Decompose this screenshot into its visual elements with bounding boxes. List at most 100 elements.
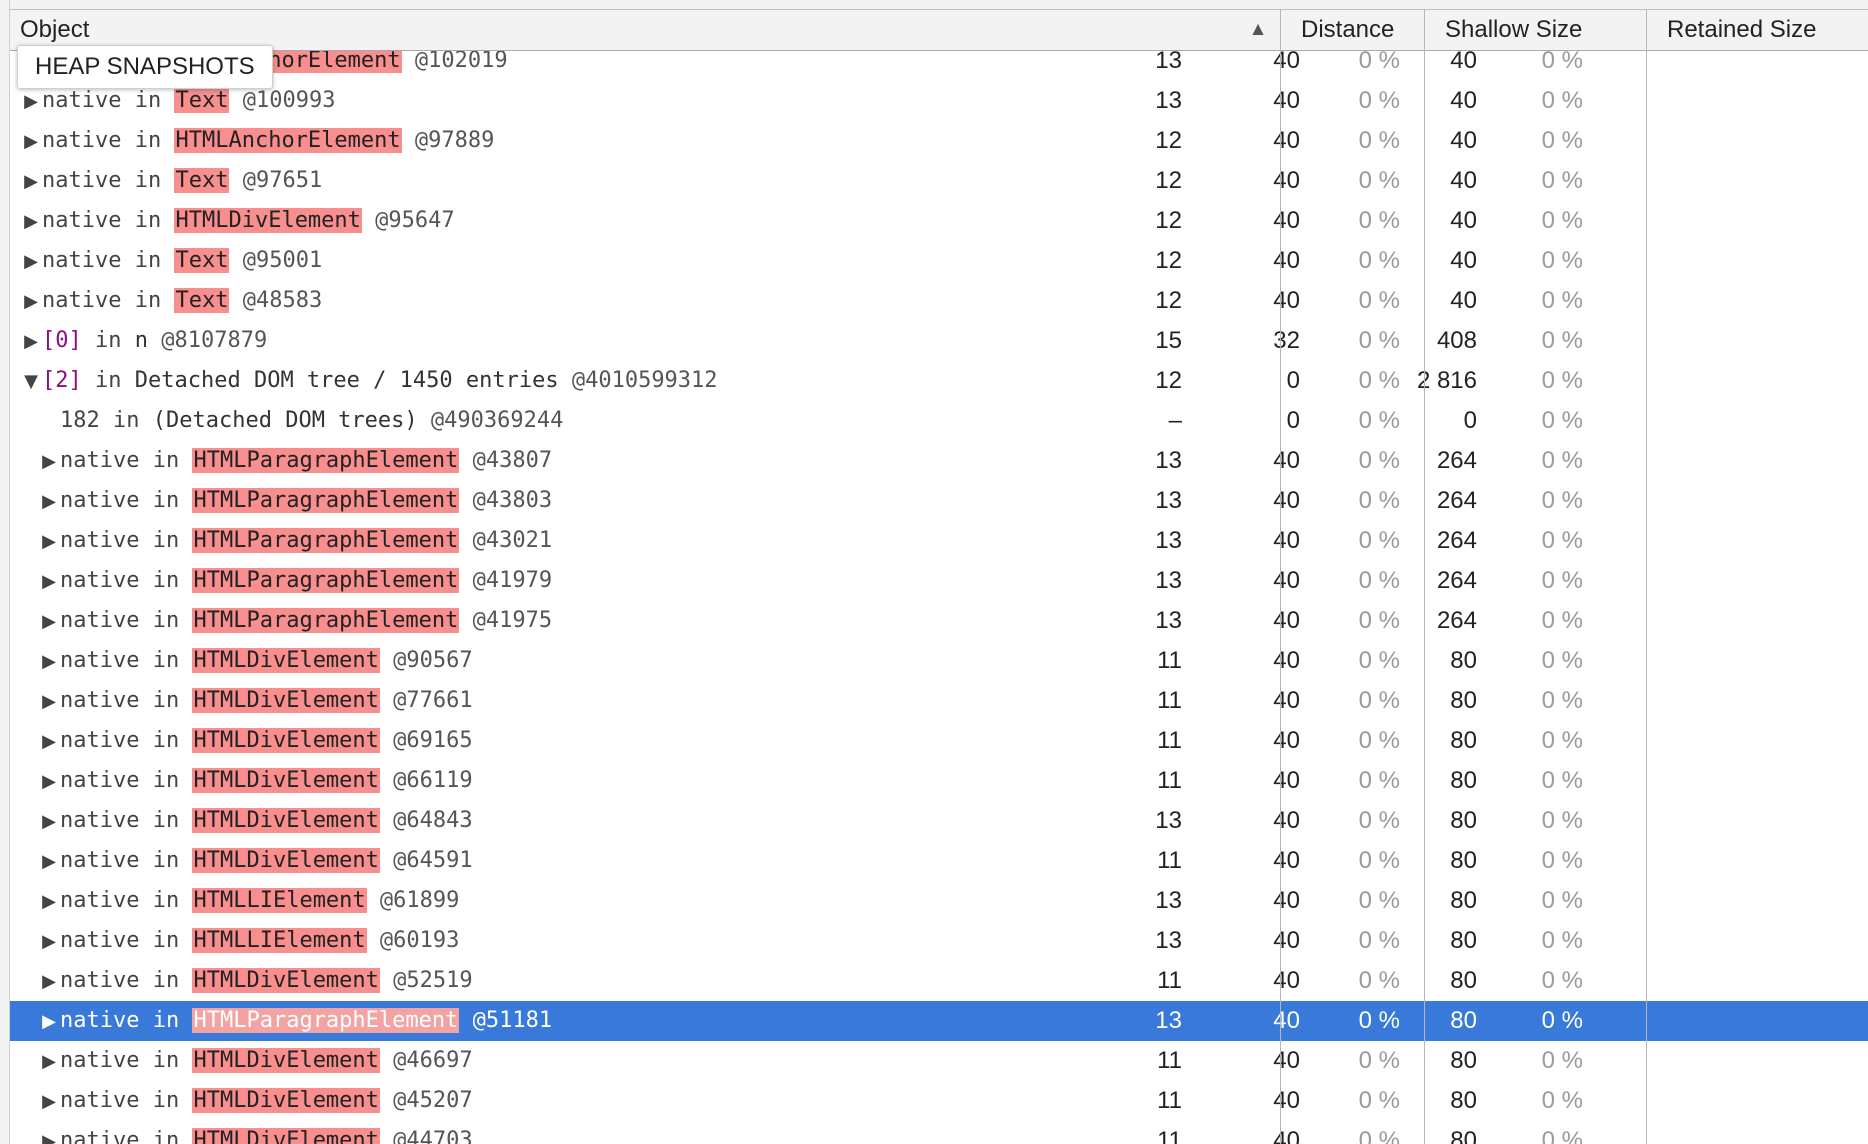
table-row[interactable]: ▶ native in HTMLDivElement @69165 11 40 0 % 8… — [10, 721, 1868, 761]
keyword-native: native — [60, 688, 140, 713]
expand-triangle-icon[interactable]: ▶ — [38, 682, 60, 722]
expand-triangle-icon[interactable]: ▶ — [20, 322, 42, 362]
node-id: @95001 — [242, 248, 323, 273]
expand-triangle-icon[interactable]: ▶ — [38, 602, 60, 642]
table-row[interactable]: ▶ native in Text @48583 12 40 0 % 40 0 % — [10, 281, 1868, 321]
shallow-size-cell: 40 — [1273, 207, 1300, 234]
expand-triangle-icon[interactable]: ▶ — [20, 162, 42, 202]
expand-triangle-icon[interactable]: ▶ — [20, 242, 42, 282]
table-row[interactable]: ▶ native in HTMLParagraphElement @43021 13… — [10, 521, 1868, 561]
table-row[interactable]: ▶ native in HTMLDivElement @90567 11 40 0 % 8… — [10, 641, 1868, 681]
retained-size-cell: 40 — [1450, 287, 1477, 314]
keyword-in: in — [134, 208, 162, 233]
node-id: @43021 — [472, 528, 553, 553]
keyword-in: in — [152, 1128, 180, 1144]
expand-triangle-icon[interactable]: ▶ — [38, 1042, 60, 1082]
collapse-triangle-icon[interactable]: ▼ — [20, 362, 42, 402]
retained-size-cell: 40 — [1450, 87, 1477, 114]
class-name-highlight: HTMLDivElement — [192, 648, 380, 673]
expand-triangle-icon[interactable]: ▶ — [20, 202, 42, 242]
expand-triangle-icon[interactable]: ▶ — [20, 282, 42, 322]
shallow-size-cell: 40 — [1273, 287, 1300, 314]
node-id: @8107879 — [161, 328, 268, 353]
table-row[interactable]: ▶ native in HTMLAnchorElement @97889 12 40 0… — [10, 121, 1868, 161]
table-row[interactable]: ▼ [2] in Detached DOM tree / 1450 entries… — [10, 361, 1868, 401]
table-row[interactable]: ▶ native in HTMLParagraphElement @41979 13… — [10, 561, 1868, 601]
column-divider-shallow[interactable] — [1424, 10, 1425, 1144]
expand-triangle-icon[interactable]: ▶ — [38, 1082, 60, 1122]
expand-triangle-icon[interactable]: ▶ — [38, 482, 60, 522]
retained-size-cell: 2 816 — [1416, 367, 1477, 394]
expand-triangle-icon[interactable]: ▶ — [38, 562, 60, 602]
table-row[interactable]: ▶ native in HTMLLIElement @60193 13 40 0 % 80… — [10, 921, 1868, 961]
table-row[interactable]: ▶ native in Text @100993 13 40 0 % 40 0 % — [10, 81, 1868, 121]
table-row[interactable]: ▶ native in HTMLDivElement @46697 11 40 0 % 8… — [10, 1041, 1868, 1081]
expand-triangle-icon[interactable]: ▶ — [38, 522, 60, 562]
keyword-in: in — [152, 728, 180, 753]
table-row[interactable]: ▶ native in HTMLParagraphElement @43803 13… — [10, 481, 1868, 521]
expand-triangle-icon[interactable]: ▶ — [38, 882, 60, 922]
column-header-retained-size[interactable]: Retained Size — [1657, 10, 1868, 51]
retained-size-cell: 264 — [1436, 487, 1477, 514]
retained-percent-cell: 0 % — [1541, 1127, 1583, 1144]
expand-triangle-icon[interactable]: ▶ — [38, 962, 60, 1002]
keyword-in: in — [152, 888, 180, 913]
retained-size-cell: 40 — [1450, 51, 1477, 74]
retained-percent-cell: 0 % — [1541, 407, 1583, 434]
table-row[interactable]: ▶ native in HTMLDivElement @64591 11 40 0 % 8… — [10, 841, 1868, 881]
retained-percent-cell: 0 % — [1541, 127, 1583, 154]
table-row[interactable]: ▶ native in HTMLParagraphElement @43807 13… — [10, 441, 1868, 481]
retained-percent-cell: 0 % — [1541, 807, 1583, 834]
shallow-size-cell: 40 — [1273, 767, 1300, 794]
table-row-selected[interactable]: ▶ native in HTMLParagraphElement @51181 13… — [10, 1001, 1868, 1041]
table-row[interactable]: ▶ native in HTMLDivElement @66119 11 40 0 % 8… — [10, 761, 1868, 801]
column-header-shallow-size[interactable]: Shallow Size — [1435, 10, 1656, 51]
expand-triangle-icon[interactable]: ▶ — [38, 642, 60, 682]
table-row[interactable]: ▶ native in HTMLParagraphElement @41975 13… — [10, 601, 1868, 641]
table-row[interactable]: ▶ native in HTMLDivElement @64843 13 40 0 % 8… — [10, 801, 1868, 841]
expand-triangle-icon[interactable]: ▶ — [38, 722, 60, 762]
class-name-highlight: HTMLAnchorElement — [174, 128, 402, 153]
expand-triangle-icon[interactable]: ▶ — [38, 442, 60, 482]
object-cell: ▶ native in HTMLAnchorElement @97889 — [20, 121, 494, 161]
table-row[interactable]: ▶ native in HTMLLIElement @61899 13 40 0 % 80… — [10, 881, 1868, 921]
retained-percent-cell: 0 % — [1541, 1007, 1583, 1034]
retained-percent-cell: 0 % — [1541, 1087, 1583, 1114]
column-header-distance[interactable]: Distance — [1291, 10, 1434, 51]
node-count: 182 — [60, 408, 100, 433]
retained-size-cell: 264 — [1436, 447, 1477, 474]
distance-cell: 13 — [1155, 887, 1182, 914]
keyword-native: native — [60, 648, 140, 673]
table-row[interactable]: ▶ native in HTMLDivElement @95647 12 40 0 % 4… — [10, 201, 1868, 241]
node-id: @41979 — [472, 568, 553, 593]
expand-triangle-icon[interactable]: ▶ — [38, 1122, 60, 1144]
expand-triangle-icon[interactable]: ▶ — [38, 762, 60, 802]
node-id: @48583 — [242, 288, 323, 313]
table-row[interactable]: ▶ [0] in n @8107879 15 32 0 % 408 0 % — [10, 321, 1868, 361]
table-row[interactable]: 182 in (Detached DOM trees) @490369244 – 0… — [10, 401, 1868, 441]
expand-triangle-icon[interactable]: ▶ — [20, 122, 42, 162]
table-row[interactable]: ▶ native in HTMLDivElement @77661 11 40 0 % 8… — [10, 681, 1868, 721]
table-row[interactable]: ▶native in HTMLAnchorElement @1020191340… — [10, 51, 1868, 81]
class-name-highlight: HTMLParagraphElement — [192, 1008, 460, 1033]
expand-triangle-icon[interactable]: ▶ — [38, 922, 60, 962]
expand-triangle-icon[interactable]: ▶ — [38, 842, 60, 882]
column-divider-distance[interactable] — [1280, 10, 1281, 1144]
node-id: @66119 — [393, 768, 473, 793]
expand-triangle-icon[interactable]: ▶ — [38, 1002, 60, 1042]
class-name-highlight: HTMLDivElement — [192, 768, 380, 793]
table-row[interactable]: ▶ native in Text @97651 12 40 0 % 40 0 % — [10, 161, 1868, 201]
table-row[interactable]: ▶ native in Text @95001 12 40 0 % 40 0 % — [10, 241, 1868, 281]
table-row[interactable]: ▶ native in HTMLDivElement @45207 11 40 0 % 8… — [10, 1081, 1868, 1121]
keyword-native: native — [42, 208, 122, 233]
table-row[interactable]: ▶ native in HTMLDivElement @44703 11 40 0 % 8… — [10, 1121, 1868, 1144]
expand-triangle-icon[interactable]: ▶ — [38, 802, 60, 842]
sort-ascending-icon[interactable]: ▲ — [1248, 10, 1268, 51]
keyword-in: in — [134, 248, 162, 273]
keyword-in: in — [134, 288, 162, 313]
keyword-native: native — [60, 528, 140, 553]
shallow-size-cell: 40 — [1273, 887, 1300, 914]
column-divider-retained[interactable] — [1646, 10, 1647, 1144]
table-row[interactable]: ▶ native in HTMLDivElement @52519 11 40 0 % 8… — [10, 961, 1868, 1001]
object-cell: ▶ native in Text @97651 — [20, 161, 322, 201]
